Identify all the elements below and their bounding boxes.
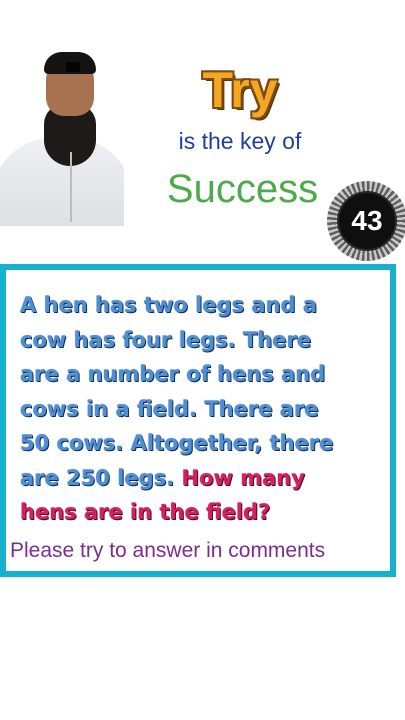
question-text: A hen has two legs and a cow has four le… bbox=[20, 288, 340, 530]
number-badge: 43 bbox=[327, 181, 405, 261]
call-to-action: Please try to answer in comments bbox=[10, 539, 326, 562]
presenter-photo bbox=[0, 46, 124, 226]
question-body: A hen has two legs and a cow has four le… bbox=[20, 293, 334, 490]
success-text: Success bbox=[166, 167, 319, 211]
question-card: A hen has two legs and a cow has four le… bbox=[0, 264, 396, 577]
badge-inner: 43 bbox=[339, 193, 395, 249]
badge-number: 43 bbox=[351, 205, 383, 236]
header: Try is the key of Success 43 bbox=[0, 0, 405, 262]
tagline: is the key of bbox=[178, 128, 302, 154]
title-try: Try bbox=[202, 62, 278, 118]
